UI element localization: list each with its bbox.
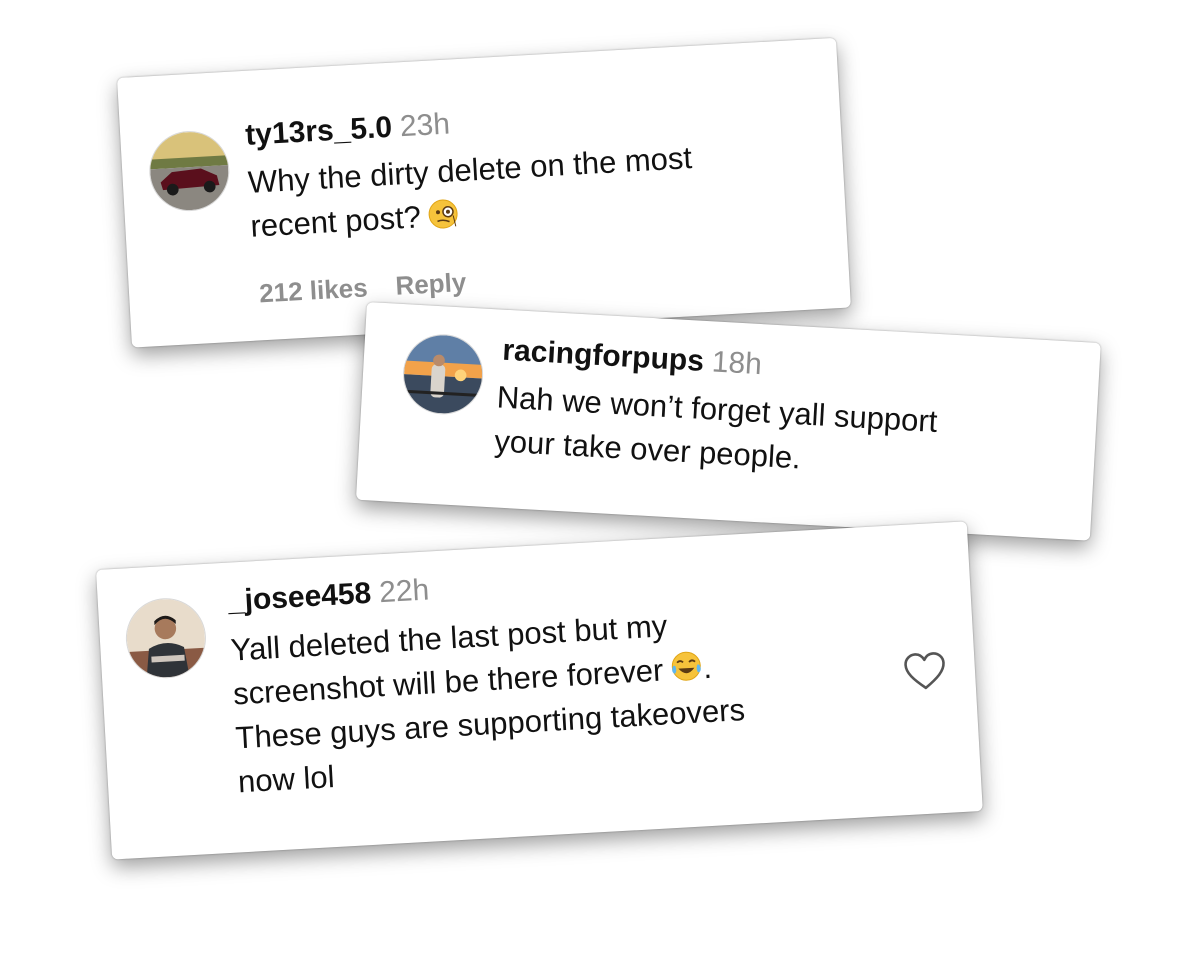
car-photo-icon: [148, 129, 231, 213]
comment-text-1: Why the dirty delete on the most recent …: [247, 136, 696, 249]
timestamp: 22h: [378, 573, 431, 610]
comments-collage: ty13rs_5.0 23h Why the dirty delete on th…: [0, 0, 1200, 960]
timestamp: 23h: [399, 107, 451, 144]
comment-card-1: ty13rs_5.0 23h Why the dirty delete on th…: [117, 37, 851, 348]
face-with-tears-of-joy-icon: [671, 651, 701, 681]
sunset-photo-icon: [401, 333, 485, 416]
avatar-josee458[interactable]: [123, 596, 209, 681]
comment-line: recent post?: [249, 199, 422, 244]
comment-actions-1: 212 likes Reply: [258, 267, 467, 310]
face-with-monocle-icon: [428, 199, 458, 229]
username[interactable]: _josee458: [227, 577, 372, 618]
avatar-racingforpups[interactable]: [400, 332, 486, 417]
person-photo-icon: [124, 597, 208, 680]
comment-text-2: Nah we won’t forget yall support your ta…: [493, 375, 938, 487]
likes-count[interactable]: 212 likes: [258, 272, 368, 308]
username[interactable]: ty13rs_5.0: [244, 111, 392, 152]
timestamp: 18h: [710, 345, 763, 382]
comment-header-1: ty13rs_5.0 23h: [244, 108, 450, 153]
heart-outline-icon[interactable]: [902, 651, 948, 693]
avatar-ty13rs[interactable]: [147, 128, 232, 214]
comment-header-3: _josee458 22h: [227, 573, 430, 618]
comment-card-2: racingforpups 18h Nah we won’t forget yal…: [355, 302, 1101, 541]
reply-button[interactable]: Reply: [395, 267, 467, 301]
username[interactable]: racingforpups: [502, 334, 705, 378]
comment-header-2: racingforpups 18h: [502, 334, 763, 382]
comment-card-3: _josee458 22h Yall deleted the last post …: [96, 521, 983, 860]
comment-text-3: Yall deleted the last post but my screen…: [229, 600, 748, 804]
punctuation: .: [702, 649, 713, 686]
